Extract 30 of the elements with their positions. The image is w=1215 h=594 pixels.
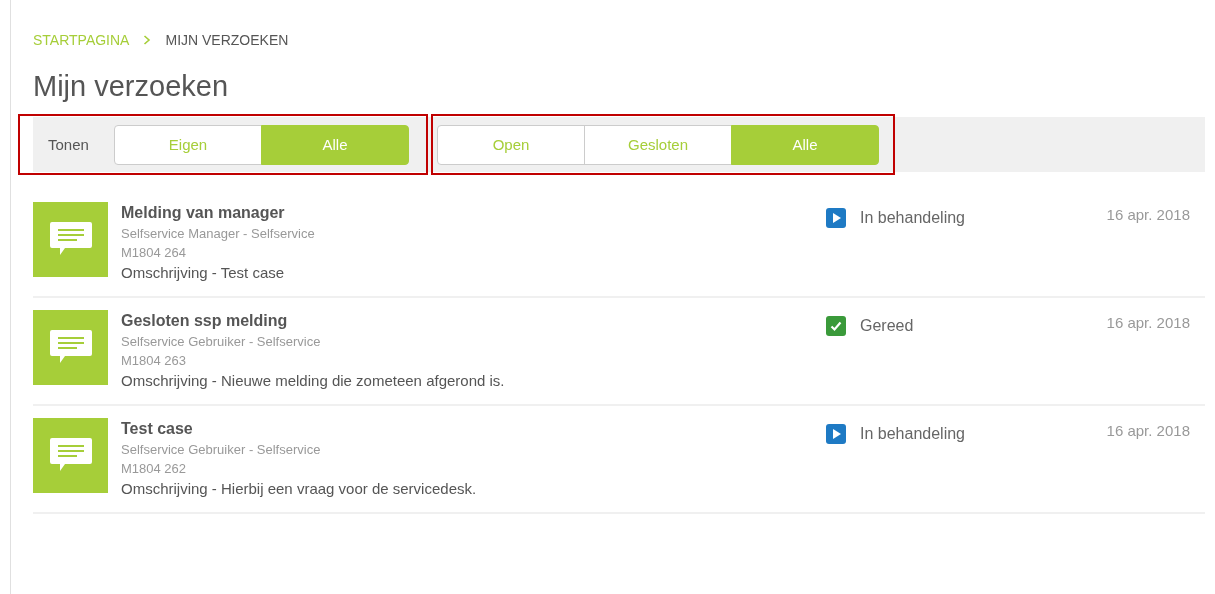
requester-text: Selfservice Gebruiker - Selfservice (121, 441, 322, 459)
breadcrumb-link[interactable]: STARTPAGINA (33, 32, 130, 48)
request-title[interactable]: Gesloten ssp melding (121, 310, 826, 332)
filter-toggle[interactable]: Open (437, 124, 585, 165)
page-title: Mijn verzoeken (33, 70, 230, 103)
request-date: 16 apr. 2018 (1106, 422, 1190, 439)
request-description: Omschrijving - Test case (121, 263, 286, 283)
filter-toggle[interactable]: Eigen (114, 124, 262, 165)
request-title[interactable]: Test case (121, 418, 826, 440)
request-date: 16 apr. 2018 (1106, 314, 1190, 331)
message-icon (33, 418, 108, 493)
request-number: M1804 262 (121, 460, 188, 478)
filter-toggle[interactable]: Gesloten (584, 124, 732, 165)
message-icon (33, 310, 108, 385)
requester-text: Selfservice Manager - Selfservice (121, 225, 316, 243)
filter-label: Tonen (48, 136, 90, 153)
filter-toggle[interactable]: Alle (261, 124, 409, 165)
status-text: In behandeling (860, 425, 965, 443)
requester-text: Selfservice Gebruiker - Selfservice (121, 333, 322, 351)
filter-toggle[interactable]: Alle (731, 124, 879, 165)
request-description: Omschrijving - Hierbij een vraag voor de servicedesk. (121, 479, 478, 499)
request-description: Omschrijving - Nieuwe melding die zometeen afgerond is. (121, 371, 506, 391)
request-date: 16 apr. 2018 (1106, 206, 1190, 223)
request-title[interactable]: Melding van manager (121, 202, 826, 224)
request-number: M1804 264 (121, 244, 188, 262)
status-text: Gereed (860, 317, 914, 335)
message-icon (33, 202, 108, 277)
chevron-icon (143, 35, 152, 45)
request-number: M1804 263 (121, 352, 188, 370)
status-text: In behandeling (860, 209, 965, 227)
